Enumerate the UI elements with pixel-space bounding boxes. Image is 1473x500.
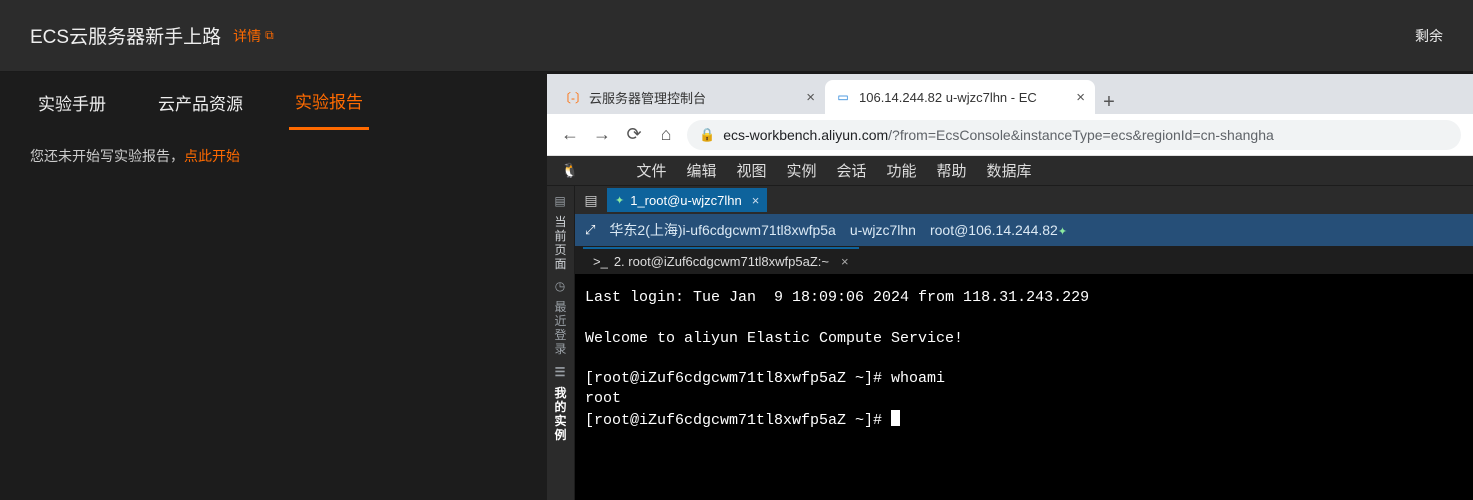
session-tab-label: 1_root@u-wjzc7lhn [630, 193, 741, 208]
browser-tab-label: 云服务器管理控制台 [589, 88, 706, 107]
browser-tab-console[interactable]: 〔-〕 云服务器管理控制台 × [555, 80, 825, 114]
session-tab-1[interactable]: ✦ 1_root@u-wjzc7lhn × [607, 188, 767, 212]
tab-resources[interactable]: 云产品资源 [152, 76, 249, 129]
session-tabs: ▤ ✦ 1_root@u-wjzc7lhn × [575, 186, 1473, 214]
close-icon[interactable]: × [806, 89, 815, 106]
aliyun-favicon-icon: 〔-〕 [565, 89, 581, 105]
terminal-tab-2[interactable]: >_ 2. root@iZuf6cdgcwm71tl8xwfp5aZ:~ × [583, 247, 859, 273]
info-hostname: u-wjzc7lhn [850, 222, 916, 238]
expand-icon[interactable]: ⤢ [585, 222, 595, 238]
info-region-instance: 华东2(上海)i-uf6cdgcwm71tl8xwfp5a [609, 220, 835, 240]
clock-icon: ◷ [553, 279, 567, 295]
details-link[interactable]: 详情 ⧉ [233, 26, 274, 46]
url-host: ecs-workbench.aliyun.com [723, 127, 888, 143]
info-connection: root@106.14.244.82✦ [930, 222, 1067, 238]
menu-database[interactable]: 数据库 [987, 160, 1032, 181]
page-title: ECS云服务器新手上路 [30, 22, 221, 49]
browser-tabstrip: 〔-〕 云服务器管理控制台 × ▭ 106.14.244.82 u-wjzc7l… [547, 74, 1473, 114]
external-link-icon: ⧉ [265, 28, 274, 43]
terminal-tabs: >_ 2. root@iZuf6cdgcwm71tl8xwfp5aZ:~ × [575, 246, 1473, 274]
star-icon: ✦ [615, 194, 624, 207]
workbench-sidebar: ▤ 当前页面 ◷ 最近登录 ☰ 我的实例 [547, 186, 575, 500]
close-icon[interactable]: × [841, 254, 849, 269]
browser-window: 〔-〕 云服务器管理控制台 × ▭ 106.14.244.82 u-wjzc7l… [547, 74, 1473, 500]
menu-file[interactable]: 文件 [636, 160, 666, 181]
home-button[interactable]: ⌂ [655, 124, 677, 145]
terminal-icon: >_ [593, 254, 608, 269]
remaining-label: 剩余 [1415, 26, 1443, 46]
menu-feature[interactable]: 功能 [887, 160, 917, 181]
terminal-tab-label: 2. root@iZuf6cdgcwm71tl8xwfp5aZ:~ [614, 254, 829, 269]
lock-icon: 🔒 [699, 127, 715, 143]
close-icon[interactable]: × [752, 193, 760, 208]
cursor-icon [891, 410, 900, 426]
left-tabs: 实验手册 云产品资源 实验报告 [0, 72, 547, 132]
page-icon: ▤ [553, 194, 567, 210]
linux-icon: 🐧 [561, 162, 578, 179]
start-report-link[interactable]: 点此开始 [184, 148, 240, 164]
browser-tab-label: 106.14.244.82 u-wjzc7lhn - EC [859, 90, 1037, 105]
url-path: /?from=EcsConsole&instanceType=ecs&regio… [888, 127, 1274, 143]
forward-button[interactable]: → [591, 124, 613, 145]
star-icon: ✦ [1058, 226, 1067, 238]
tab-manual[interactable]: 实验手册 [32, 76, 112, 129]
instance-info-bar: ⤢ 华东2(上海)i-uf6cdgcwm71tl8xwfp5a u-wjzc7l… [575, 214, 1473, 246]
browser-tab-workbench[interactable]: ▭ 106.14.244.82 u-wjzc7lhn - EC × [825, 80, 1095, 114]
sessions-toggle-icon[interactable]: ▤ [581, 192, 601, 209]
new-tab-button[interactable]: + [1095, 91, 1123, 114]
reload-button[interactable]: ⟳ [623, 124, 645, 145]
details-link-label: 详情 [233, 26, 261, 46]
side-tab-mine[interactable]: ☰ 我的实例 [552, 363, 569, 444]
address-bar[interactable]: 🔒 ecs-workbench.aliyun.com/?from=EcsCons… [687, 120, 1461, 150]
workbench-app: 🐧 文件 编辑 视图 实例 会话 功能 帮助 数据库 ▤ 当前页面 ◷ 最近登录… [547, 156, 1473, 500]
workbench-favicon-icon: ▭ [835, 89, 851, 105]
side-tab-current[interactable]: ▤ 当前页面 [552, 192, 569, 273]
terminal-output[interactable]: Last login: Tue Jan 9 18:09:06 2024 from… [575, 274, 1473, 500]
menu-session[interactable]: 会话 [837, 160, 867, 181]
browser-toolbar: ← → ⟳ ⌂ 🔒 ecs-workbench.aliyun.com/?from… [547, 114, 1473, 156]
list-icon: ☰ [553, 365, 567, 381]
side-tab-recent[interactable]: ◷ 最近登录 [552, 277, 569, 358]
report-empty-prefix: 您还未开始写实验报告， [30, 148, 184, 164]
menu-edit[interactable]: 编辑 [686, 160, 716, 181]
tab-report[interactable]: 实验报告 [289, 74, 369, 130]
close-icon[interactable]: × [1076, 89, 1085, 106]
menu-instance[interactable]: 实例 [786, 160, 816, 181]
menu-view[interactable]: 视图 [736, 160, 766, 181]
back-button[interactable]: ← [559, 124, 581, 145]
menu-help[interactable]: 帮助 [937, 160, 967, 181]
report-empty-message: 您还未开始写实验报告，点此开始 [0, 132, 547, 180]
workbench-menubar: 🐧 文件 编辑 视图 实例 会话 功能 帮助 数据库 [547, 156, 1473, 186]
